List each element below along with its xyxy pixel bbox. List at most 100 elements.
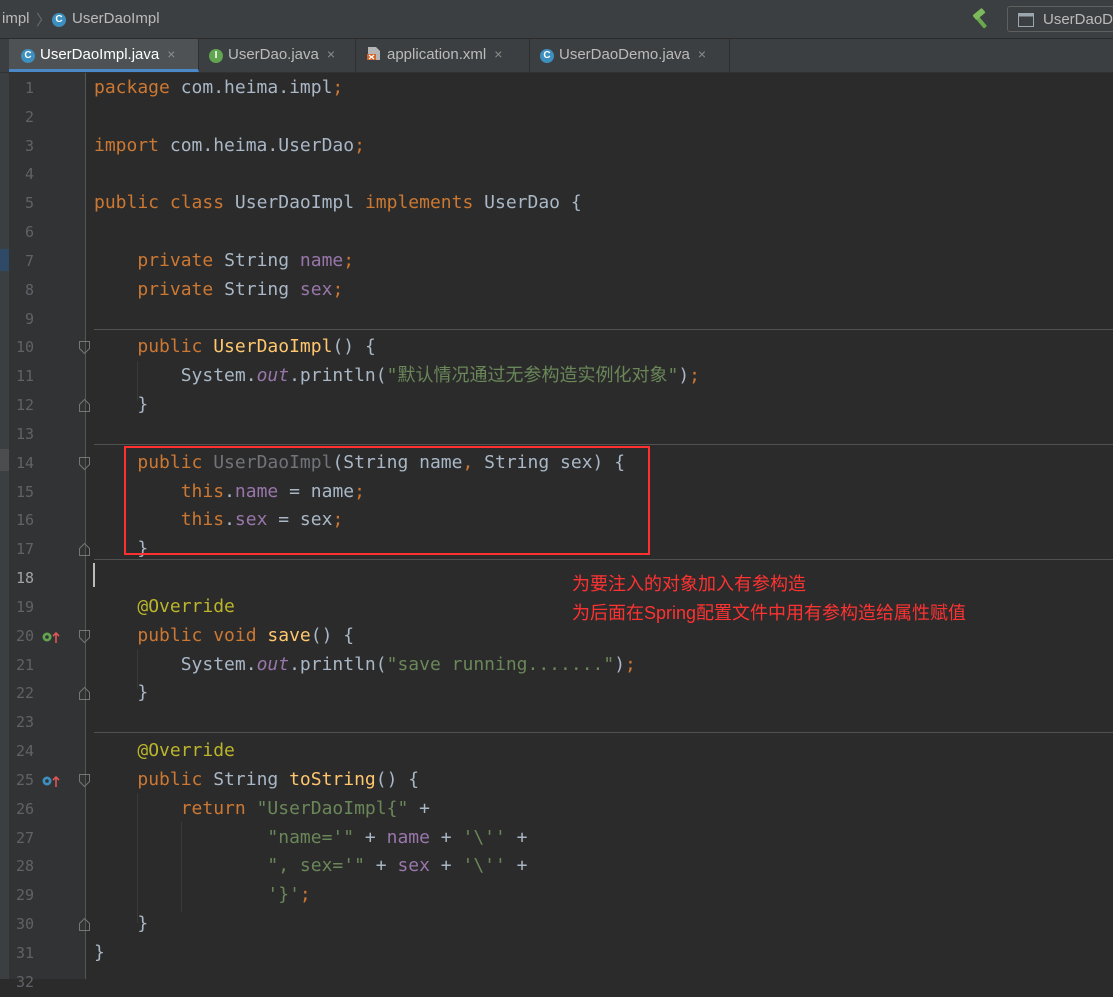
line-number[interactable]: 13	[9, 420, 34, 449]
line-number[interactable]: 4	[9, 160, 34, 189]
code-line[interactable]: import com.heima.UserDao;	[94, 131, 365, 160]
code-token: public	[137, 336, 214, 358]
code-line[interactable]: @Override	[94, 736, 235, 765]
code-line[interactable]: public void save() {	[94, 621, 354, 650]
tab-label: UserDaoDemo.java	[559, 46, 690, 63]
line-number[interactable]: 22	[9, 679, 34, 708]
line-number[interactable]: 19	[9, 593, 34, 622]
line-number-gutter[interactable]: 1 2 3 4 5 6 7 8 9 10 11 12 13 14 15 16 17 18 19 20 21 22 23 24 2…	[9, 73, 90, 991]
line-number[interactable]: 17	[9, 535, 34, 564]
code-line[interactable]: public class UserDaoImpl implements User…	[94, 188, 582, 217]
line-number[interactable]: 15	[9, 478, 34, 507]
line-number[interactable]: 32	[9, 968, 34, 997]
tab-userdaoimpl-java[interactable]: C UserDaoImpl.java ×	[9, 39, 199, 72]
line-number[interactable]: 10	[9, 333, 34, 362]
code-token: UserDaoImpl	[213, 336, 333, 358]
line-number[interactable]: 28	[9, 852, 34, 881]
code-token: )	[678, 365, 690, 387]
code-token: private	[137, 278, 225, 300]
line-number[interactable]: 30	[9, 910, 34, 939]
method-separator	[94, 559, 1113, 560]
build-hammer-icon[interactable]	[970, 8, 992, 34]
implements-method-icon[interactable]	[42, 774, 62, 788]
code-line[interactable]: public UserDaoImpl() {	[94, 332, 375, 361]
code-token: com.heima.UserDao	[169, 134, 355, 156]
code-token: @Override	[137, 595, 235, 617]
line-number[interactable]: 24	[9, 737, 34, 766]
tab-close-icon[interactable]: ×	[494, 46, 502, 62]
code-token: public class	[94, 192, 235, 214]
line-number[interactable]: 6	[9, 218, 34, 247]
code-line[interactable]: ", sex='" + sex + '\'' +	[94, 851, 528, 880]
method-separator	[94, 444, 1113, 445]
code-token: save	[267, 624, 311, 646]
project-panel-edge[interactable]	[0, 73, 9, 979]
code-token: +	[364, 855, 398, 877]
line-number[interactable]: 16	[9, 506, 34, 535]
breadcrumb-class[interactable]: C UserDaoImpl	[52, 10, 160, 27]
code-line[interactable]: private String name;	[94, 246, 354, 275]
line-number[interactable]: 7	[9, 247, 34, 276]
code-line[interactable]: public String toString() {	[94, 765, 419, 794]
line-number[interactable]: 1	[9, 74, 34, 103]
line-number[interactable]: 14	[9, 449, 34, 478]
tab-close-icon[interactable]: ×	[698, 46, 706, 62]
tab-application-xml[interactable]: application.xml ×	[356, 39, 530, 72]
project-panel-selection	[0, 249, 9, 271]
code-token: com.heima.impl	[180, 77, 333, 98]
line-number[interactable]: 3	[9, 132, 34, 161]
code-token: "UserDaoImpl{"	[256, 797, 409, 819]
code-token: }	[94, 941, 105, 963]
run-configuration-selector[interactable]: UserDaoDemo	[1007, 6, 1113, 32]
code-token: +	[429, 855, 463, 877]
line-number[interactable]: 27	[9, 824, 34, 853]
code-token: return	[180, 797, 257, 819]
code-line[interactable]: System.out.println("默认情况通过无参构造实例化对象");	[94, 361, 700, 390]
annotation-line-2: 为后面在Spring配置文件中用有参构造给属性赋值	[572, 603, 967, 623]
line-number[interactable]: 25	[9, 766, 34, 795]
line-number[interactable]: 5	[9, 189, 34, 218]
code-line[interactable]: return "UserDaoImpl{" +	[94, 794, 430, 823]
line-number[interactable]: 11	[9, 362, 34, 391]
line-number[interactable]: 21	[9, 651, 34, 680]
code-line[interactable]: }	[94, 938, 105, 967]
line-number[interactable]: 23	[9, 708, 34, 737]
code-token: ;	[332, 77, 344, 98]
line-number[interactable]: 8	[9, 276, 34, 305]
code-line[interactable]: }	[94, 678, 148, 707]
code-token: ;	[332, 278, 344, 300]
code-line[interactable]: "name='" + name + '\'' +	[94, 823, 527, 852]
implements-method-icon[interactable]	[42, 630, 62, 644]
code-line[interactable]: private String sex;	[94, 275, 343, 304]
project-panel-item	[0, 449, 9, 471]
tab-userdao-java[interactable]: I UserDao.java ×	[199, 39, 356, 72]
code-line[interactable]: System.out.println("save running......."…	[94, 650, 636, 679]
line-number[interactable]: 12	[9, 391, 34, 420]
highlight-box	[124, 446, 650, 555]
code-line[interactable]: }	[94, 390, 148, 419]
code-line[interactable]: @Override	[94, 592, 235, 621]
tab-close-icon[interactable]: ×	[327, 46, 335, 62]
tab-label: UserDaoImpl.java	[40, 46, 160, 63]
tab-close-icon[interactable]: ×	[167, 46, 175, 62]
line-number[interactable]: 18	[9, 564, 34, 593]
code-line[interactable]: }	[94, 909, 148, 938]
line-number[interactable]: 9	[9, 305, 34, 334]
code-token: +	[408, 797, 430, 819]
breadcrumb-package[interactable]: impl	[2, 10, 30, 27]
line-number[interactable]: 26	[9, 795, 34, 824]
code-line[interactable]: package com.heima.impl;	[94, 73, 343, 102]
code-token: +	[505, 855, 528, 877]
line-number[interactable]: 2	[9, 103, 34, 132]
code-line[interactable]: '}';	[94, 880, 310, 909]
line-number[interactable]: 31	[9, 939, 34, 968]
tab-userdaodemo-java[interactable]: C UserDaoDemo.java ×	[530, 39, 730, 72]
text-caret	[93, 563, 95, 587]
line-number[interactable]: 20	[9, 622, 34, 651]
line-number[interactable]: 29	[9, 881, 34, 910]
